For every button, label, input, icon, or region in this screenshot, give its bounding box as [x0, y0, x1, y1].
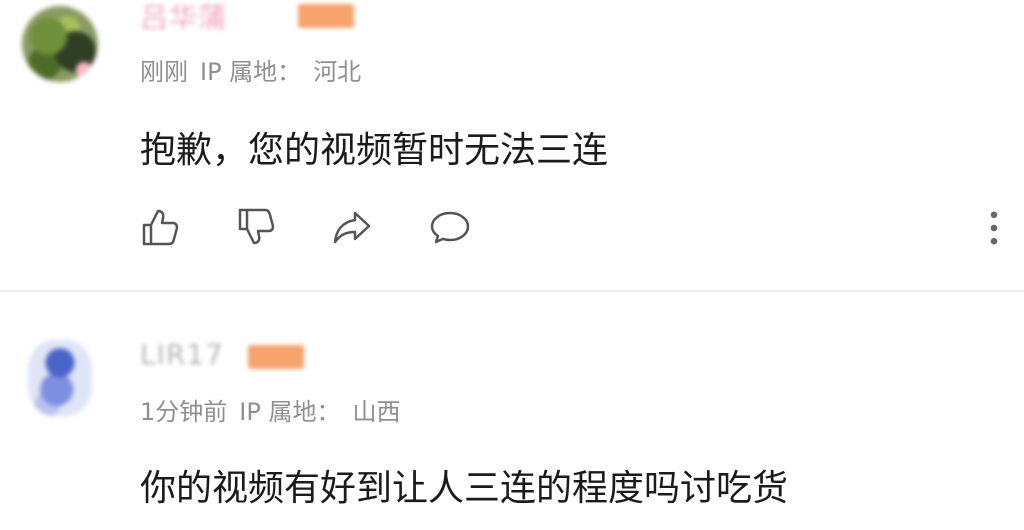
divider	[0, 290, 1024, 292]
ip-label: IP 属地：	[239, 398, 341, 426]
ip-label: IP 属地：	[200, 58, 302, 86]
comment-icon	[430, 211, 470, 244]
reply-button[interactable]	[428, 205, 472, 249]
username[interactable]: 吕华蒲	[140, 0, 227, 36]
comment-meta: 1分钟前 IP 属地： 山西	[140, 392, 400, 427]
level-badge	[248, 345, 304, 369]
ip-location: 河北	[313, 58, 362, 86]
share-button[interactable]	[330, 205, 374, 249]
more-options-button[interactable]	[972, 206, 1002, 246]
avatar[interactable]	[22, 6, 98, 82]
level-badge	[298, 4, 354, 28]
comment-meta: 刚刚 IP 属地： 河北	[140, 52, 361, 87]
avatar[interactable]	[28, 340, 92, 416]
thumbs-down-icon	[238, 208, 275, 245]
comment-text: 你的视频有好到让人三连的程度吗讨吃货	[140, 468, 789, 509]
like-button[interactable]	[138, 205, 182, 249]
dislike-button[interactable]	[234, 205, 278, 249]
comment-text: 抱歉，您的视频暂时无法三连	[140, 130, 609, 171]
thumbs-up-icon	[142, 209, 179, 246]
username[interactable]: LIR17	[140, 338, 224, 371]
comment-time: 1分钟前	[140, 398, 228, 426]
more-vertical-icon	[990, 211, 998, 245]
comment-time: 刚刚	[140, 58, 188, 86]
comment-list: 吕华蒲 刚刚 IP 属地： 河北 抱歉，您的视频暂时无法三连 LIR17 1分钟…	[0, 0, 1024, 530]
ip-location: 山西	[352, 398, 401, 426]
share-icon	[333, 211, 371, 244]
